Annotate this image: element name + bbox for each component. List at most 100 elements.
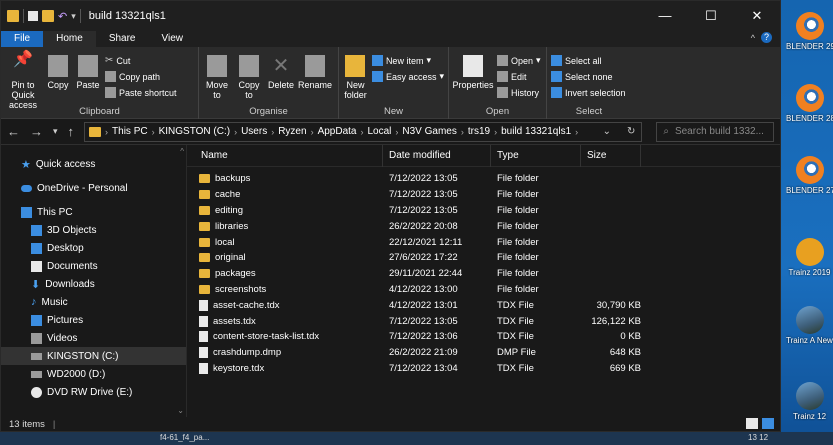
new-folder-qa-icon[interactable] — [42, 10, 54, 22]
breadcrumb-appdata[interactable]: AppData — [318, 126, 357, 137]
address-dropdown-icon[interactable]: ⌄ — [603, 126, 611, 137]
move-to-icon — [207, 55, 227, 77]
column-type[interactable]: Type — [491, 144, 581, 167]
minimize-button[interactable]: — — [642, 1, 688, 31]
photo-app-icon — [795, 382, 824, 410]
file-row[interactable]: original 27/6/2022 17:22 File folder — [187, 250, 780, 266]
breadcrumb-users[interactable]: Users — [241, 126, 267, 137]
file-row[interactable]: crashdump.dmp 26/2/2022 21:09 DMP File 648 … — [187, 345, 780, 361]
recent-locations-icon[interactable]: ▾ — [53, 126, 58, 137]
tab-file[interactable]: File — [1, 31, 44, 47]
search-box[interactable]: ⌕ Search build 1332... — [656, 121, 774, 142]
nav-music[interactable]: ♪ Music — [1, 293, 186, 311]
scroll-up-icon[interactable]: ^ — [180, 147, 184, 156]
undo-icon[interactable]: ↶ — [58, 10, 67, 23]
new-item-button[interactable]: New item ▾ — [371, 54, 444, 67]
select-all-button[interactable]: Select all — [551, 54, 626, 67]
file-row[interactable]: local 22/12/2021 12:11 File folder — [187, 234, 780, 250]
tab-home[interactable]: Home — [43, 31, 96, 47]
file-row[interactable]: screenshots 4/12/2022 13:00 File folder — [187, 282, 780, 298]
nav-label: WD2000 (D:) — [47, 368, 106, 380]
nav-3d-objects[interactable]: 3D Objects — [1, 221, 186, 239]
up-arrow-icon[interactable]: ↑ — [68, 124, 75, 139]
column-size[interactable]: Size — [581, 144, 641, 167]
desktop-shortcut-label: BLENDER 28 — [786, 114, 833, 123]
breadcrumb-kingston[interactable]: KINGSTON (C:) — [159, 126, 230, 137]
breadcrumb-build[interactable]: build 13321qls1 — [501, 126, 571, 137]
edit-button[interactable]: Edit — [497, 70, 541, 83]
file-type: File folder — [497, 283, 539, 295]
properties-qa-icon[interactable] — [28, 11, 38, 21]
nav-wd2000-drive[interactable]: WD2000 (D:) — [1, 365, 186, 383]
folder-icon — [199, 174, 210, 184]
nav-this-pc[interactable]: This PC — [1, 203, 186, 221]
nav-quick-access[interactable]: ★ Quick access — [1, 155, 186, 173]
select-none-button[interactable]: Select none — [551, 70, 626, 83]
file-row[interactable]: packages 29/11/2021 22:44 File folder — [187, 266, 780, 282]
nav-pictures[interactable]: Pictures — [1, 311, 186, 329]
taskbar-item-label[interactable]: f4-61_f4_pa... — [160, 433, 209, 442]
nav-desktop[interactable]: Desktop — [1, 239, 186, 257]
column-name[interactable]: Name — [187, 144, 383, 167]
nav-dvd-drive[interactable]: DVD RW Drive (E:) — [1, 383, 186, 401]
nav-downloads[interactable]: ⬇ Downloads — [1, 275, 186, 293]
desktop-shortcut[interactable]: Trainz 2019 — [786, 238, 833, 277]
nav-label: Desktop — [47, 242, 84, 254]
file-row[interactable]: assets.tdx 7/12/2022 13:05 TDX File 126,122… — [187, 313, 780, 329]
new-group-label: New — [383, 106, 403, 117]
search-icon: ⌕ — [663, 126, 669, 137]
column-date-modified[interactable]: Date modified — [383, 144, 491, 167]
nav-onedrive[interactable]: OneDrive - Personal — [1, 179, 186, 197]
easy-access-button[interactable]: Easy access ▾ — [371, 70, 444, 83]
file-name-cell: original — [187, 252, 383, 263]
folder-icon — [199, 221, 210, 231]
file-row[interactable]: keystore.tdx 7/12/2022 13:04 TDX File 669 K… — [187, 361, 780, 377]
nav-documents[interactable]: Documents — [1, 257, 186, 275]
open-button[interactable]: Open ▾ — [497, 54, 541, 67]
invert-selection-button[interactable]: Invert selection — [551, 86, 626, 99]
file-row[interactable]: libraries 26/2/2022 20:08 File folder — [187, 218, 780, 234]
desktop-shortcut[interactable]: Trainz 12 — [786, 382, 833, 421]
forward-arrow-icon[interactable]: → — [30, 124, 43, 139]
history-button[interactable]: History — [497, 86, 541, 99]
qa-dropdown-icon[interactable]: ▾ — [71, 11, 76, 22]
desktop-shortcut[interactable]: BLENDER 29 — [786, 12, 833, 51]
properties-icon — [463, 55, 483, 77]
back-arrow-icon[interactable]: ← — [7, 124, 20, 139]
tab-share[interactable]: Share — [96, 31, 149, 47]
file-row[interactable]: cache 7/12/2022 13:05 File folder — [187, 187, 780, 203]
desktop-shortcut[interactable]: BLENDER 27 — [786, 156, 833, 195]
breadcrumb-this-pc[interactable]: This PC — [112, 126, 148, 137]
large-icons-view-icon[interactable] — [762, 418, 774, 429]
paste-shortcut-button[interactable]: Paste shortcut — [105, 86, 177, 99]
rename-label: Rename — [297, 80, 333, 90]
cut-button[interactable]: ✂ Cut — [105, 54, 177, 67]
breadcrumb-local[interactable]: Local — [367, 126, 391, 137]
address-bar[interactable]: › This PC › KINGSTON (C:) › Users › Ryzen › … — [84, 121, 643, 142]
maximize-button[interactable]: ☐ — [688, 1, 734, 31]
scroll-down-icon[interactable]: ⌄ — [177, 406, 184, 415]
details-view-icon[interactable] — [746, 418, 758, 429]
breadcrumb-n3v-games[interactable]: N3V Games — [402, 126, 456, 137]
breadcrumb-ryzen[interactable]: Ryzen — [278, 126, 306, 137]
file-row[interactable]: content-store-task-list.tdx 7/12/2022 13:… — [187, 329, 780, 345]
copy-path-button[interactable]: Copy path — [105, 70, 177, 83]
paste-shortcut-label: Paste shortcut — [119, 87, 177, 98]
tab-view[interactable]: View — [149, 31, 197, 47]
file-date: 26/2/2022 21:09 — [389, 347, 458, 359]
help-icon[interactable]: ? — [761, 32, 772, 43]
file-name-cell: local — [187, 237, 383, 248]
file-row[interactable]: editing 7/12/2022 13:05 File folder — [187, 203, 780, 219]
file-row[interactable]: backups 7/12/2022 13:05 File folder — [187, 171, 780, 187]
desktop-shortcut[interactable]: Trainz A New Era — [786, 306, 833, 345]
folder-icon — [199, 190, 210, 200]
collapse-ribbon-icon[interactable]: ^ — [751, 33, 755, 43]
nav-kingston-drive[interactable]: KINGSTON (C:) — [1, 347, 186, 365]
nav-videos[interactable]: Videos — [1, 329, 186, 347]
refresh-icon[interactable]: ↻ — [627, 126, 635, 137]
breadcrumb-trs19[interactable]: trs19 — [468, 126, 490, 137]
desktop-shortcut[interactable]: BLENDER 28 — [786, 84, 833, 123]
file-row[interactable]: asset-cache.tdx 4/12/2022 13:01 TDX File 30… — [187, 297, 780, 313]
picture-icon — [31, 314, 42, 326]
close-button[interactable]: ✕ — [734, 1, 780, 31]
